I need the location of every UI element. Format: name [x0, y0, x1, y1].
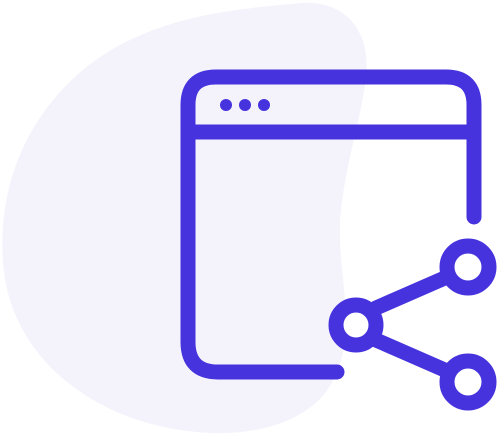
share-node-icon — [439, 353, 497, 411]
browser-window-share-icon — [2, 2, 497, 434]
illustration-canvas — [0, 0, 500, 440]
window-dot-icon — [258, 99, 270, 111]
window-dot-icon — [220, 99, 232, 111]
window-dot-icon — [239, 99, 251, 111]
share-node-icon — [328, 297, 384, 353]
share-connector-line — [368, 332, 455, 379]
share-node-icon — [439, 238, 497, 296]
share-connector-line — [368, 269, 455, 316]
